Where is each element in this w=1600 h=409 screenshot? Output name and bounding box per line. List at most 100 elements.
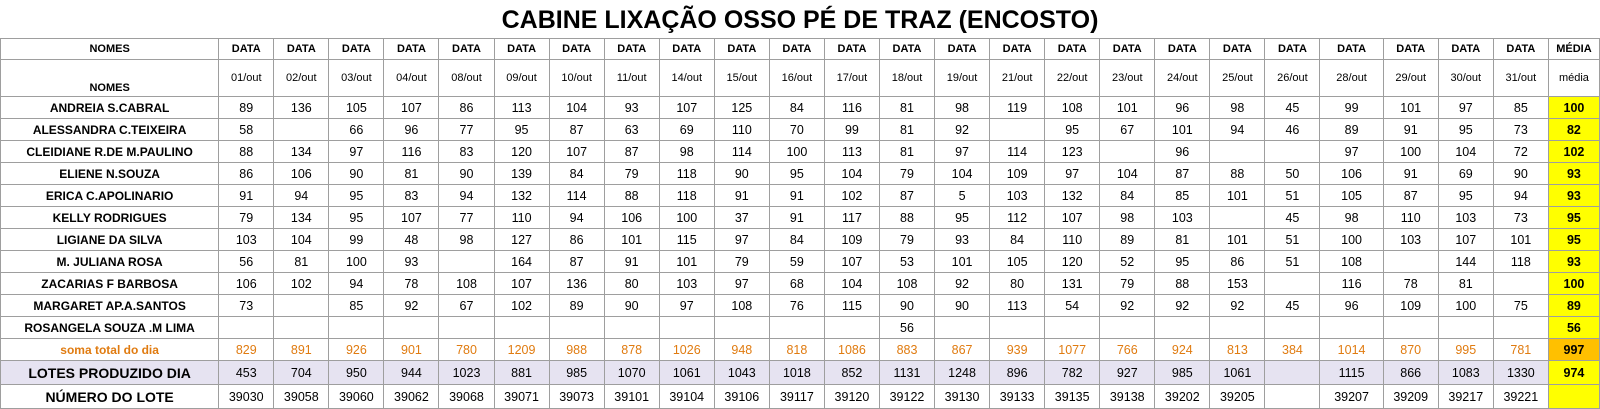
soma-total-row-label[interactable]: soma total do dia <box>0 338 220 361</box>
value-cell[interactable]: 105 <box>989 250 1046 273</box>
value-cell[interactable]: 93 <box>603 96 660 119</box>
value-cell[interactable]: 85 <box>328 294 385 317</box>
value-cell[interactable]: 91 <box>768 206 825 229</box>
value-cell[interactable]: 76 <box>768 294 825 317</box>
value-cell[interactable] <box>934 316 991 339</box>
value-cell[interactable]: 116 <box>383 140 440 163</box>
value-cell[interactable]: 83 <box>438 140 495 163</box>
column-header-data[interactable]: DATA <box>768 38 825 60</box>
lotes-produzido-row-value[interactable]: 927 <box>1099 360 1156 385</box>
value-cell[interactable]: 92 <box>1099 294 1156 317</box>
value-cell[interactable]: 95 <box>934 206 991 229</box>
soma-total-row-value[interactable]: 988 <box>548 338 605 361</box>
value-cell[interactable]: 106 <box>273 162 330 185</box>
soma-total-row-value[interactable]: 995 <box>1437 338 1494 361</box>
value-cell[interactable]: 102 <box>273 272 330 295</box>
numero-lote-row-label[interactable]: NÚMERO DO LOTE <box>0 384 220 409</box>
value-cell[interactable]: 72 <box>1492 140 1549 163</box>
column-header-data[interactable]: DATA <box>878 38 936 60</box>
date-cell[interactable]: 22/out <box>1044 59 1101 97</box>
value-cell[interactable]: 105 <box>328 96 385 119</box>
value-cell[interactable]: 134 <box>273 206 330 229</box>
value-cell[interactable]: 107 <box>383 206 440 229</box>
value-cell[interactable]: 144 <box>1437 250 1494 273</box>
date-cell[interactable]: 08/out <box>438 59 495 97</box>
value-cell[interactable]: 81 <box>383 162 440 185</box>
value-cell[interactable]: 73 <box>1492 118 1549 141</box>
numero-lote-row-value[interactable]: 39138 <box>1099 384 1156 409</box>
value-cell[interactable]: 84 <box>989 228 1046 251</box>
value-cell[interactable]: 53 <box>878 250 936 273</box>
value-cell[interactable]: 85 <box>1154 184 1211 207</box>
value-cell[interactable]: 90 <box>328 162 385 185</box>
numero-lote-row-value[interactable]: 39106 <box>713 384 770 409</box>
lotes-produzido-row-value[interactable]: 453 <box>218 360 275 385</box>
value-cell[interactable]: 101 <box>658 250 715 273</box>
value-cell[interactable]: 81 <box>1437 272 1494 295</box>
value-cell[interactable]: 99 <box>328 228 385 251</box>
value-cell[interactable]: 97 <box>713 228 770 251</box>
value-cell[interactable]: 92 <box>934 272 991 295</box>
row-name-cell[interactable]: ALESSANDRA C.TEIXEIRA <box>0 118 220 141</box>
column-header-data[interactable]: DATA <box>1044 38 1101 60</box>
value-cell[interactable]: 96 <box>1154 140 1211 163</box>
column-header-data[interactable]: DATA <box>713 38 770 60</box>
value-cell[interactable]: 127 <box>493 228 550 251</box>
column-header-data[interactable]: DATA <box>1264 38 1321 60</box>
numero-lote-row-value[interactable]: 39060 <box>328 384 385 409</box>
value-cell[interactable]: 81 <box>878 118 936 141</box>
value-cell[interactable]: 56 <box>878 316 936 339</box>
value-cell[interactable]: 116 <box>1319 272 1384 295</box>
value-cell[interactable]: 118 <box>658 162 715 185</box>
lotes-produzido-row-value[interactable]: 944 <box>383 360 440 385</box>
value-cell[interactable]: 99 <box>823 118 880 141</box>
value-cell[interactable]: 139 <box>493 162 550 185</box>
value-cell[interactable]: 114 <box>989 140 1046 163</box>
value-cell[interactable]: 107 <box>658 96 715 119</box>
value-cell[interactable]: 88 <box>603 184 660 207</box>
value-cell[interactable]: 113 <box>493 96 550 119</box>
numero-lote-row-value[interactable]: 39073 <box>548 384 605 409</box>
value-cell[interactable]: 88 <box>878 206 936 229</box>
numero-lote-row-value[interactable]: 39217 <box>1437 384 1494 409</box>
soma-total-row-value[interactable]: 891 <box>273 338 330 361</box>
value-cell[interactable]: 45 <box>1264 206 1321 229</box>
media-cell[interactable]: 93 <box>1547 162 1600 185</box>
value-cell[interactable]: 84 <box>1099 184 1156 207</box>
lotes-produzido-row-value[interactable] <box>1264 360 1321 385</box>
value-cell[interactable]: 69 <box>1437 162 1494 185</box>
value-cell[interactable] <box>989 316 1046 339</box>
lotes-produzido-row-media[interactable]: 974 <box>1547 360 1600 385</box>
value-cell[interactable]: 104 <box>273 228 330 251</box>
value-cell[interactable]: 95 <box>328 184 385 207</box>
value-cell[interactable]: 109 <box>1382 294 1439 317</box>
value-cell[interactable]: 69 <box>658 118 715 141</box>
value-cell[interactable]: 97 <box>1319 140 1384 163</box>
value-cell[interactable]: 91 <box>713 184 770 207</box>
soma-total-row-value[interactable]: 867 <box>934 338 991 361</box>
lotes-produzido-row-value[interactable]: 1018 <box>768 360 825 385</box>
row-name-cell[interactable]: LIGIANE DA SILVA <box>0 228 220 251</box>
value-cell[interactable]: 98 <box>658 140 715 163</box>
value-cell[interactable]: 100 <box>1382 140 1439 163</box>
numero-lote-row-value[interactable]: 39130 <box>934 384 991 409</box>
value-cell[interactable]: 120 <box>493 140 550 163</box>
value-cell[interactable]: 109 <box>989 162 1046 185</box>
soma-total-row-value[interactable]: 878 <box>603 338 660 361</box>
value-cell[interactable] <box>328 316 385 339</box>
value-cell[interactable]: 104 <box>823 162 880 185</box>
value-cell[interactable]: 37 <box>713 206 770 229</box>
value-cell[interactable]: 75 <box>1492 294 1549 317</box>
value-cell[interactable]: 123 <box>1044 140 1101 163</box>
value-cell[interactable]: 96 <box>1154 96 1211 119</box>
soma-total-row-value[interactable]: 924 <box>1154 338 1211 361</box>
value-cell[interactable]: 101 <box>603 228 660 251</box>
column-header-data[interactable]: DATA <box>989 38 1046 60</box>
value-cell[interactable]: 115 <box>823 294 880 317</box>
numero-lote-row-media[interactable] <box>1547 384 1600 409</box>
value-cell[interactable] <box>1209 316 1266 339</box>
column-header-data[interactable]: DATA <box>1437 38 1494 60</box>
value-cell[interactable]: 77 <box>438 206 495 229</box>
row-name-cell[interactable]: ZACARIAS F BARBOSA <box>0 272 220 295</box>
value-cell[interactable]: 95 <box>768 162 825 185</box>
